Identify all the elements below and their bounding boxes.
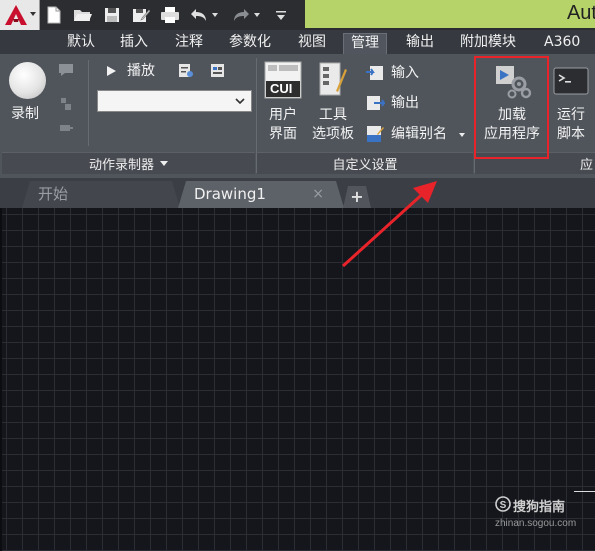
sogou-logo-icon: S [495,496,511,512]
cursor-crosshair-line [574,491,595,492]
watermark: S 搜狗指南 zhinan.sogou.com [495,496,595,536]
watermark-text: 搜狗指南 [513,499,566,514]
svg-text:S: S [500,500,507,511]
annotation-arrow [341,181,437,268]
watermark-url: zhinan.sogou.com [495,518,577,529]
